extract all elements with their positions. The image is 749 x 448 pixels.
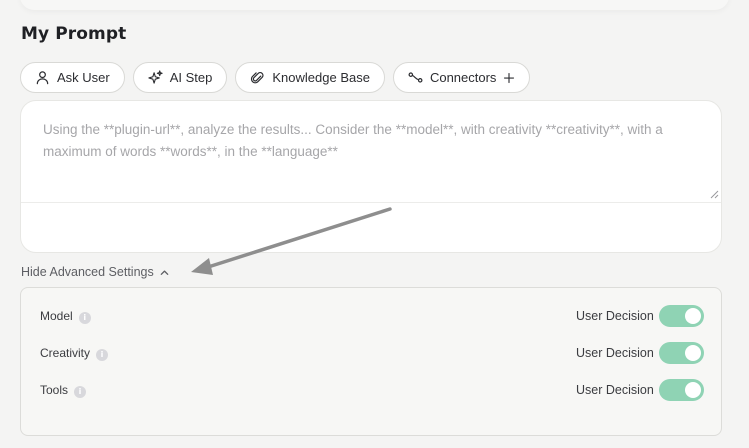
prompt-editor-card	[20, 100, 722, 253]
sparkle-icon	[148, 70, 163, 84]
info-icon[interactable]: i	[74, 386, 87, 398]
connectors-icon	[408, 72, 423, 83]
info-icon[interactable]: i	[78, 312, 91, 324]
tools-toggle[interactable]	[659, 379, 704, 401]
user-decision-label: User Decision	[576, 383, 654, 397]
section-title: My Prompt	[21, 24, 127, 44]
previous-card-edge	[20, 0, 729, 10]
model-toggle[interactable]	[659, 305, 704, 327]
resize-handle-icon[interactable]	[709, 189, 719, 199]
user-icon	[36, 71, 49, 85]
ai-step-button[interactable]: AI Step	[132, 62, 228, 93]
advanced-settings-panel: Model i User Decision Creativity i User …	[20, 287, 722, 436]
user-decision-label: User Decision	[576, 346, 654, 360]
connectors-label: Connectors	[429, 70, 497, 85]
prompt-textarea[interactable]	[21, 101, 721, 203]
setting-row-tools: Tools i User Decision	[21, 377, 721, 403]
setting-name: Model	[40, 308, 73, 323]
knowledge-base-button[interactable]: Knowledge Base	[235, 62, 385, 93]
setting-row-model: Model i User Decision	[21, 303, 721, 329]
ai-step-label: AI Step	[169, 70, 213, 85]
prompt-toolbar: Ask User AI Step Knowledge Base Connecto…	[20, 62, 531, 93]
ask-user-button[interactable]: Ask User	[20, 62, 125, 93]
ask-user-label: Ask User	[57, 70, 110, 85]
knowledge-base-label: Knowledge Base	[272, 70, 370, 85]
advanced-toggle-label: Hide Advanced Settings	[21, 265, 154, 279]
setting-label-tools: Tools i	[40, 381, 87, 398]
setting-name: Tools	[40, 382, 69, 397]
plus-icon	[504, 72, 515, 83]
info-icon[interactable]: i	[96, 349, 109, 361]
paperclip-icon	[251, 72, 264, 84]
creativity-toggle[interactable]	[659, 342, 704, 364]
user-decision-label: User Decision	[576, 309, 654, 323]
setting-label-model: Model i	[40, 307, 91, 324]
chevron-up-icon	[160, 269, 169, 275]
hide-advanced-settings-toggle[interactable]: Hide Advanced Settings	[21, 265, 170, 279]
setting-row-creativity: Creativity i User Decision	[21, 340, 721, 366]
setting-label-creativity: Creativity i	[40, 344, 109, 361]
connectors-button[interactable]: Connectors	[392, 62, 531, 93]
setting-name: Creativity	[40, 345, 91, 360]
